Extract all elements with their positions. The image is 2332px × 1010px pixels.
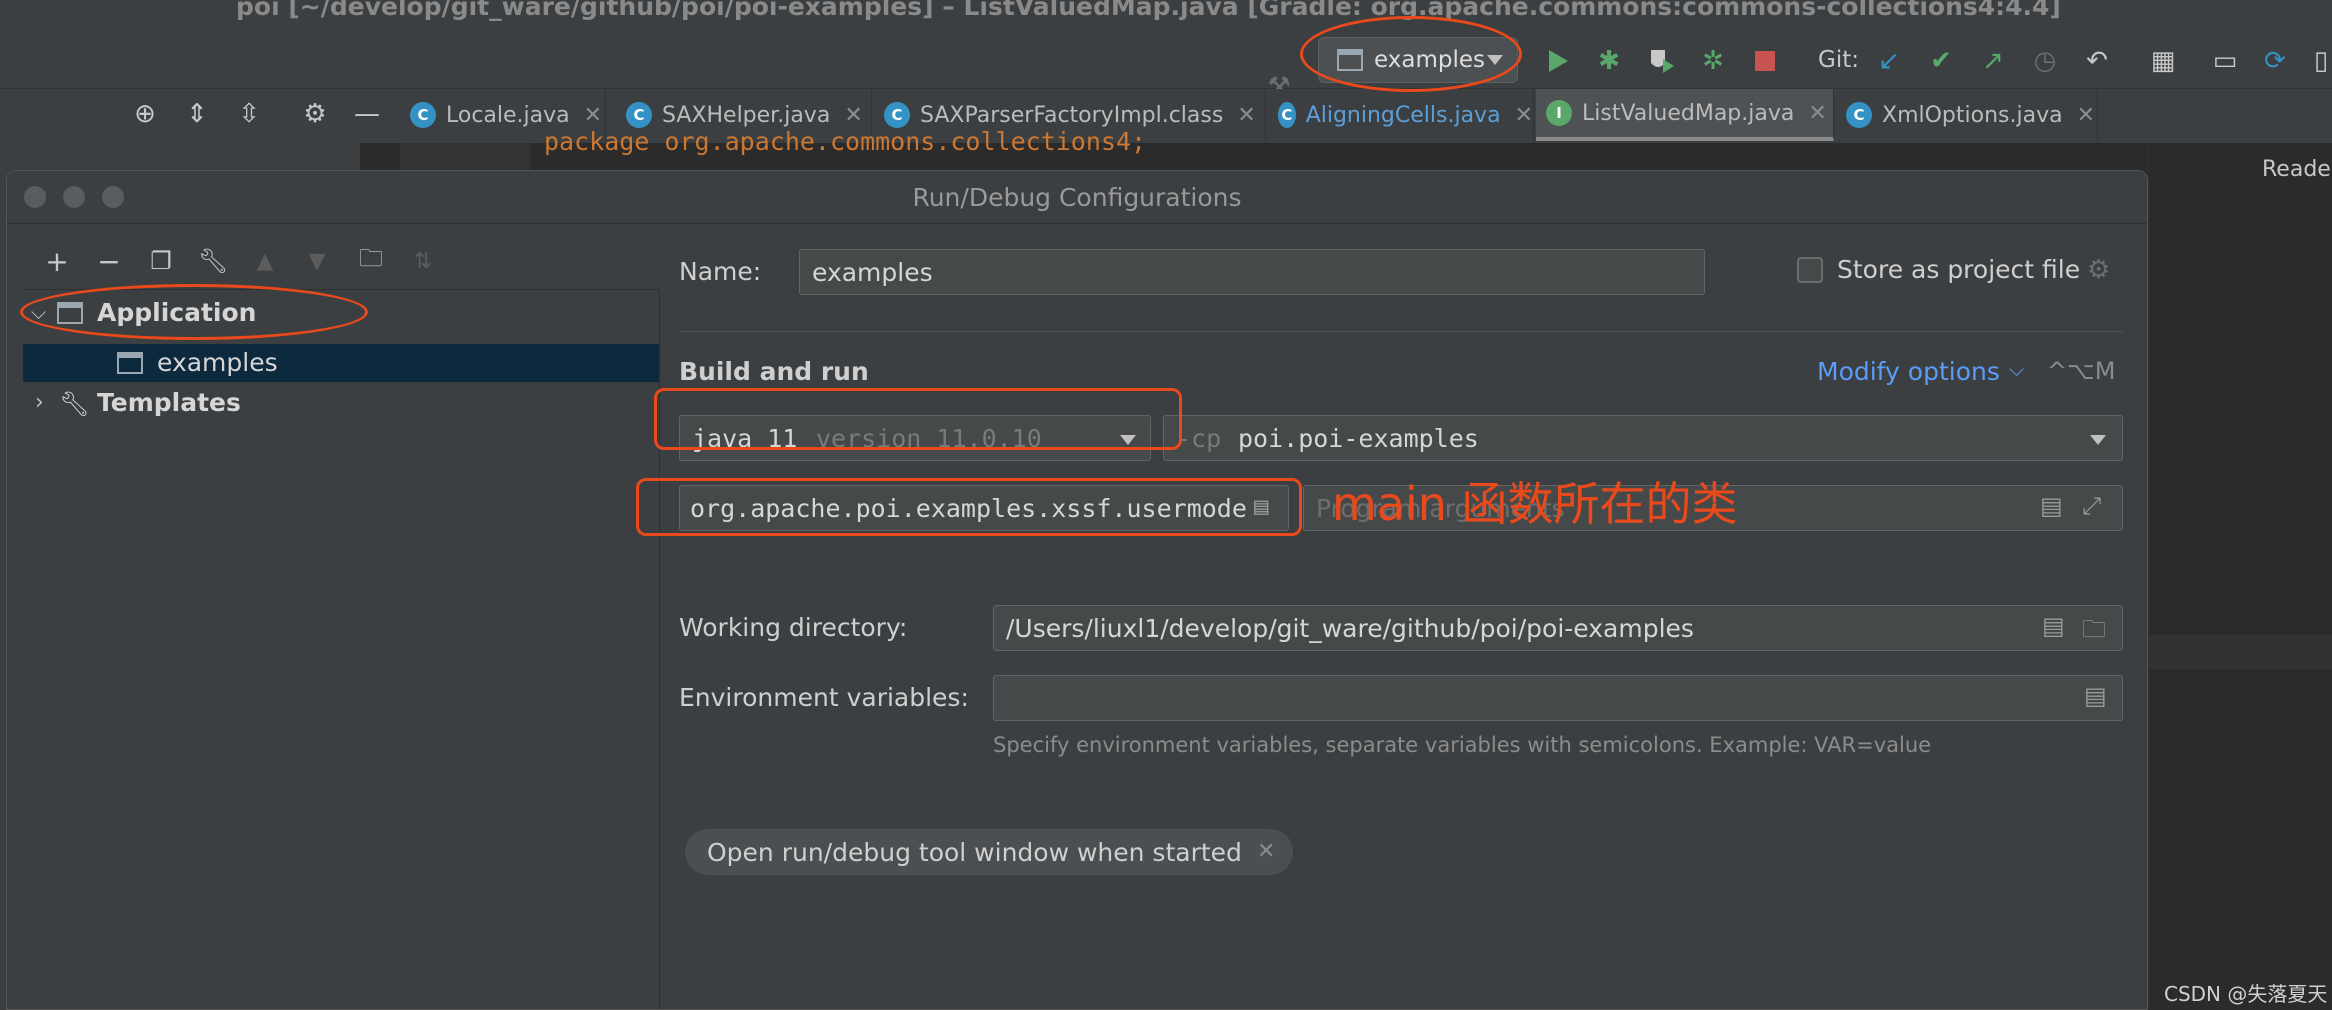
git-label: Git: (1818, 47, 1859, 73)
build-and-run-heading: Build and run (679, 357, 869, 386)
classpath-value: poi.poi-examples (1238, 424, 1479, 453)
tree-item-examples[interactable]: examples (157, 348, 278, 377)
working-directory-label: Working directory: (679, 613, 908, 642)
project-structure-icon[interactable]: ▦ (2146, 44, 2180, 78)
application-icon (117, 352, 143, 374)
coverage-icon[interactable] (1644, 44, 1678, 78)
close-icon[interactable]: ✕ (584, 103, 602, 128)
modify-options-shortcut: ^⌥M (2047, 357, 2116, 385)
wrench-icon: 🔧︎ (59, 390, 90, 418)
run-icon[interactable] (1541, 44, 1575, 78)
tab-label: SAXHelper.java (662, 102, 831, 128)
close-icon[interactable]: ✕ (1515, 103, 1533, 128)
insert-macro-icon[interactable]: ▤ (2040, 492, 2063, 520)
close-icon[interactable]: ✕ (2077, 103, 2095, 128)
window-title-bar: poi [~/develop/git_ware/github/poi/poi-e… (0, 0, 2332, 26)
terminal-icon[interactable]: ▭ (2208, 44, 2242, 78)
working-directory-field[interactable]: /Users/liuxl1/develop/git_ware/github/po… (993, 605, 2123, 651)
chip-label: Open run/debug tool window when started (707, 838, 1242, 867)
close-icon[interactable]: ✕ (1808, 101, 1826, 126)
dialog-title: Run/Debug Configurations (912, 183, 1242, 212)
code-line: package org.apache.commons.collections4; (544, 127, 1147, 156)
add-icon[interactable]: + (39, 243, 75, 279)
editor-highlight-line (2148, 635, 2332, 669)
class-icon: C (1846, 102, 1872, 128)
name-field[interactable]: examples (799, 249, 1705, 295)
close-icon[interactable]: ✕ (1257, 839, 1275, 864)
annotation-oval-application (20, 284, 368, 340)
store-as-project-file-checkbox[interactable] (1797, 257, 1823, 283)
modify-options-link[interactable]: Modify options (1817, 357, 2000, 386)
stop-icon[interactable] (1748, 44, 1782, 78)
gear-icon[interactable]: ⚙ (298, 97, 332, 131)
name-label: Name: (679, 257, 762, 286)
expand-icon[interactable]: ⤢ (2082, 492, 2101, 520)
interface-icon: I (1546, 100, 1572, 126)
store-as-project-file-label: Store as project file (1837, 255, 2081, 284)
locate-file-icon[interactable]: ⊕ (128, 97, 162, 131)
tab-aligningcells[interactable]: C AligningCells.java ✕ (1268, 89, 1534, 141)
tab-label: XmlOptions.java (1882, 102, 2063, 128)
class-icon: C (626, 102, 652, 128)
git-commit-icon[interactable]: ✔ (1924, 44, 1958, 78)
tab-label: AligningCells.java (1305, 102, 1501, 128)
right-panel (2148, 143, 2332, 1010)
main-toolbar: ⚒ examples ✱ ✲ Git: ↙ ✔ ↗ ◷ ↶ ▦ ▭ ⟳ ▯ (0, 26, 2332, 102)
gear-icon[interactable]: ⚙ (2087, 255, 2110, 285)
class-icon: C (884, 102, 910, 128)
annotation-box-main-class (636, 478, 1302, 536)
classpath-flag: -cp (1176, 424, 1222, 453)
window-title: poi [~/develop/git_ware/github/poi/poi-e… (236, 0, 2061, 21)
chevron-down-icon (2090, 435, 2106, 445)
classpath-select[interactable]: -cp poi.poi-examples (1163, 415, 2123, 461)
watermark: CSDN @失落夏天 (2164, 982, 2328, 1006)
move-down-icon[interactable]: ▼ (299, 243, 335, 279)
tab-label: ListValuedMap.java (1582, 100, 1795, 126)
working-directory-value: /Users/liuxl1/develop/git_ware/github/po… (1006, 614, 1694, 643)
sidebar-toggle-icon[interactable]: ▯ (2304, 44, 2332, 78)
rollback-icon[interactable]: ↶ (2080, 44, 2114, 78)
environment-variables-field[interactable]: ▤ (993, 675, 2123, 721)
expand-all-icon[interactable]: ⇕ (180, 97, 214, 131)
remove-icon[interactable]: − (91, 243, 127, 279)
attach-debugger-icon[interactable]: ✲ (1696, 44, 1730, 78)
close-icon[interactable]: ✕ (844, 103, 862, 128)
name-field-value: examples (812, 258, 933, 287)
class-icon: C (1278, 102, 1296, 128)
tab-xmloptions[interactable]: C XmlOptions.java ✕ (1836, 89, 2098, 141)
sort-icon[interactable]: ⇅ (405, 243, 441, 279)
git-update-icon[interactable]: ↙ (1872, 44, 1906, 78)
move-up-icon[interactable]: ▲ (247, 243, 283, 279)
services-icon[interactable]: ⟳ (2258, 44, 2292, 78)
class-icon: C (410, 102, 436, 128)
annotation-oval-run-config (1300, 16, 1522, 92)
edit-env-icon[interactable]: ▤ (2084, 682, 2107, 710)
annotation-box-jdk (654, 388, 1182, 450)
collapse-all-icon[interactable]: ⇳ (232, 97, 266, 131)
insert-macro-icon[interactable]: ▤ (2042, 612, 2065, 640)
separator (679, 331, 2123, 332)
hide-icon[interactable]: — (350, 97, 384, 131)
close-icon[interactable]: ✕ (1237, 103, 1255, 128)
dialog-title-bar: Run/Debug Configurations (7, 171, 2147, 224)
tab-label: Locale.java (446, 102, 570, 128)
git-history-icon[interactable]: ◷ (2028, 44, 2062, 78)
tree-item-templates[interactable]: Templates (97, 388, 241, 417)
configuration-tree: ⌵ Application examples › 🔧︎ Templates (23, 289, 660, 1009)
copy-icon[interactable]: ❐ (143, 243, 179, 279)
annotation-text: main 函数所在的类 (1332, 477, 1738, 531)
new-folder-icon[interactable]: 🗀︎ (353, 243, 389, 279)
reader-mode-label[interactable]: Reader (2262, 157, 2332, 182)
chevron-right-icon[interactable]: › (35, 390, 44, 415)
tab-label: SAXParserFactoryImpl.class (920, 102, 1224, 128)
wrench-icon[interactable]: 🔧︎ (195, 243, 231, 279)
debug-icon[interactable]: ✱ (1592, 44, 1626, 78)
environment-variables-label: Environment variables: (679, 683, 969, 712)
tab-listvaluedmap[interactable]: I ListValuedMap.java ✕ (1536, 89, 1834, 141)
open-tool-window-chip[interactable]: Open run/debug tool window when started … (685, 829, 1293, 875)
git-push-icon[interactable]: ↗ (1976, 44, 2010, 78)
folder-icon[interactable]: 🗀︎ (2082, 612, 2106, 653)
environment-variables-hint: Specify environment variables, separate … (993, 733, 1932, 757)
chevron-down-icon[interactable]: ⌵ (2009, 357, 2024, 381)
